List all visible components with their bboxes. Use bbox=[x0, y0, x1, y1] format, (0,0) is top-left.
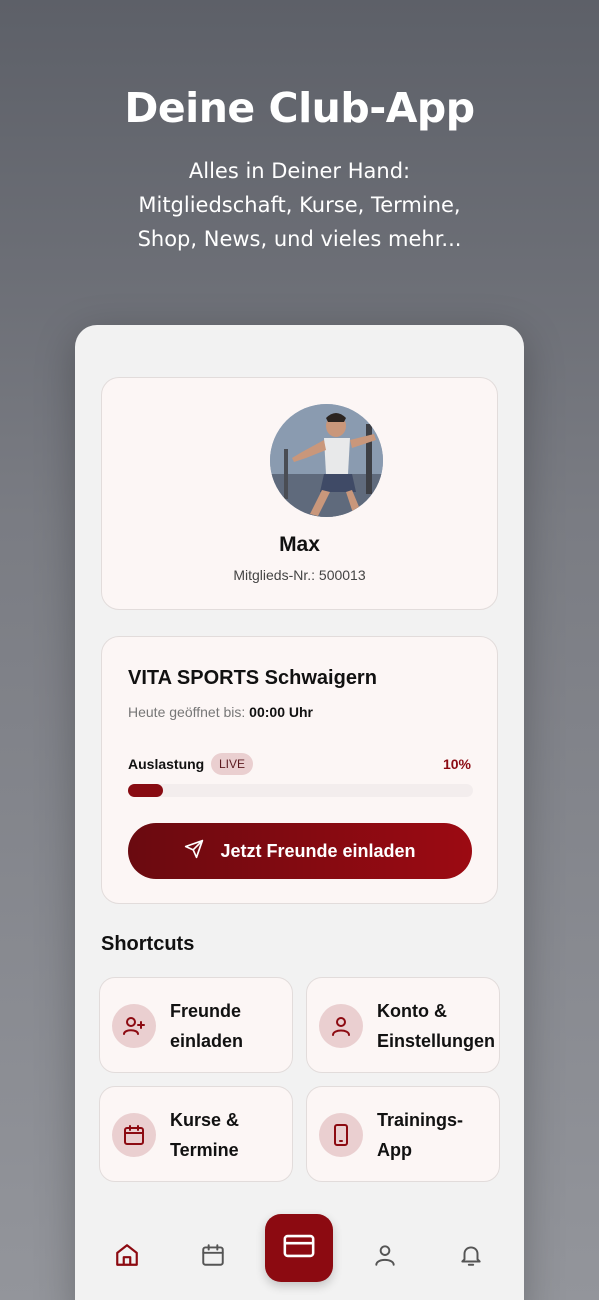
home-icon bbox=[114, 1242, 140, 1273]
shortcut-label-line: Konto & bbox=[377, 1001, 447, 1021]
card-icon bbox=[282, 1229, 316, 1268]
opening-hours-label: Heute geöffnet bis: bbox=[128, 704, 246, 720]
club-card: VITA SPORTS Schwaigern Heute geöffnet bi… bbox=[101, 636, 498, 904]
user-icon bbox=[319, 1004, 363, 1048]
opening-hours: Heute geöffnet bis: 00:00 Uhr bbox=[128, 704, 313, 720]
bell-icon bbox=[458, 1242, 484, 1273]
shortcut-label-line: Kurse & bbox=[170, 1110, 240, 1130]
shortcut-label-line: Freunde bbox=[170, 1001, 242, 1021]
calendar-icon bbox=[200, 1242, 226, 1273]
calendar-icon bbox=[112, 1113, 156, 1157]
shortcut-label: Freunde einladen bbox=[170, 996, 243, 1056]
load-label: Auslastung bbox=[128, 756, 205, 772]
shortcut-label-line: Termine bbox=[170, 1140, 239, 1160]
shortcut-label-line: einladen bbox=[170, 1031, 244, 1051]
invite-friends-label: Jetzt Freunde einladen bbox=[220, 840, 416, 861]
user-icon bbox=[372, 1242, 398, 1273]
club-name: VITA SPORTS Schwaigern bbox=[128, 667, 377, 689]
shortcut-courses-appointments[interactable]: Kurse & Termine bbox=[99, 1086, 293, 1182]
nav-notifications[interactable] bbox=[449, 1235, 493, 1279]
shortcut-label: Trainings- App bbox=[377, 1105, 463, 1165]
hero-subtitle-line: Alles in Deiner Hand: bbox=[188, 159, 411, 183]
shortcut-label: Konto & Einstellungen bbox=[377, 996, 495, 1056]
shortcut-invite-friends[interactable]: Freunde einladen bbox=[99, 977, 293, 1073]
nav-profile[interactable] bbox=[363, 1235, 407, 1279]
shortcut-label-line: App bbox=[377, 1140, 412, 1160]
load-progress-bar bbox=[128, 784, 473, 797]
avatar-image bbox=[270, 404, 383, 517]
profile-card[interactable]: Max Mitglieds-Nr.: 500013 bbox=[101, 377, 498, 610]
nav-membership-card[interactable] bbox=[265, 1214, 333, 1282]
nav-calendar[interactable] bbox=[191, 1235, 235, 1279]
smartphone-icon bbox=[319, 1113, 363, 1157]
hero-subtitle: Alles in Deiner Hand: Mitgliedschaft, Ku… bbox=[0, 154, 599, 256]
member-number: Mitglieds-Nr.: 500013 bbox=[233, 567, 366, 583]
opening-hours-value: 00:00 Uhr bbox=[249, 704, 313, 720]
nav-home[interactable] bbox=[105, 1235, 149, 1279]
load-percent: 10% bbox=[442, 756, 471, 772]
shortcut-training-app[interactable]: Trainings- App bbox=[306, 1086, 500, 1182]
hero-title: Deine Club-App bbox=[124, 84, 475, 132]
shortcut-label: Kurse & Termine bbox=[170, 1105, 239, 1165]
live-badge: LIVE bbox=[211, 753, 254, 775]
load-progress-fill bbox=[128, 784, 163, 797]
send-icon bbox=[184, 839, 204, 864]
invite-friends-button[interactable]: Jetzt Freunde einladen bbox=[128, 823, 472, 879]
user-plus-icon bbox=[112, 1004, 156, 1048]
bottom-navigation bbox=[75, 1205, 524, 1295]
hero-subtitle-line: Mitgliedschaft, Kurse, Termine, bbox=[138, 193, 461, 217]
profile-name: Max bbox=[279, 533, 320, 556]
hero-subtitle-line: Shop, News, und vieles mehr... bbox=[137, 227, 462, 251]
avatar bbox=[270, 404, 383, 517]
shortcuts-title: Shortcuts bbox=[101, 933, 195, 955]
shortcut-label-line: Einstellungen bbox=[377, 1031, 496, 1051]
shortcut-label-line: Trainings- bbox=[377, 1110, 464, 1130]
shortcut-account-settings[interactable]: Konto & Einstellungen bbox=[306, 977, 500, 1073]
phone-screen: Max Mitglieds-Nr.: 500013 VITA SPORTS Sc… bbox=[75, 325, 524, 1300]
